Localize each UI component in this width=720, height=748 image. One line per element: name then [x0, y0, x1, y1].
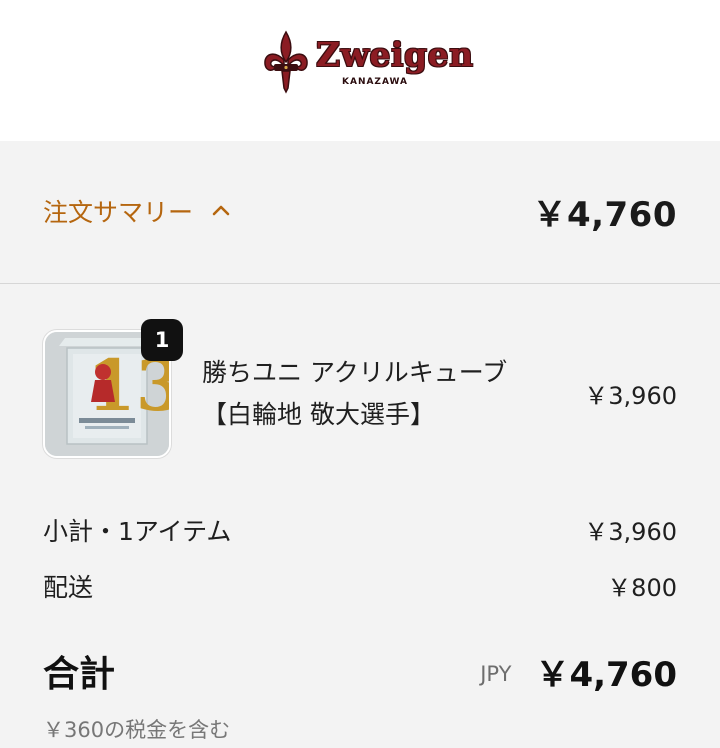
- product-name: 勝ちユニ アクリルキューブ 【白輪地 敬大選手】: [202, 352, 562, 436]
- product-name-line1: 勝ちユニ アクリルキューブ: [202, 358, 508, 387]
- shipping-value: ￥800: [607, 574, 677, 602]
- order-summary-total: ￥4,760: [532, 195, 677, 235]
- subtotal-row: 小計・1アイテム ￥3,960: [43, 512, 677, 548]
- order-summary-bar[interactable]: 注文サマリー ￥4,760: [0, 141, 720, 284]
- chevron-up-icon: [212, 205, 230, 216]
- brand-subtitle: KANAZAWA: [342, 77, 409, 87]
- currency-code: JPY: [480, 662, 512, 686]
- product-name-line2: 【白輪地 敬大選手】: [202, 400, 435, 429]
- header: Zweigen KANAZAWA: [0, 0, 720, 141]
- order-summary-label: 注文サマリー: [43, 198, 194, 227]
- total-label: 合計: [43, 654, 116, 695]
- shipping-label: 配送: [43, 573, 94, 602]
- total-amount-group: JPY ￥4,760: [480, 647, 677, 696]
- product-price: ￥3,960: [584, 382, 677, 410]
- quantity-badge: 1: [141, 319, 183, 361]
- brand-logo[interactable]: Zweigen KANAZAWA: [262, 30, 473, 94]
- brand-name: Zweigen: [316, 35, 474, 74]
- total-value: ￥4,760: [535, 654, 677, 695]
- subtotal-label: 小計・1アイテム: [43, 517, 232, 546]
- total-row: 合計 JPY ￥4,760: [43, 645, 677, 697]
- order-summary-toggle[interactable]: 注文サマリー: [43, 193, 231, 229]
- fleur-de-lis-icon: [264, 30, 308, 94]
- tax-note: ￥360の税金を含む: [43, 718, 231, 742]
- subtotal-value: ￥3,960: [584, 518, 677, 546]
- shipping-row: 配送 ￥800: [43, 568, 677, 604]
